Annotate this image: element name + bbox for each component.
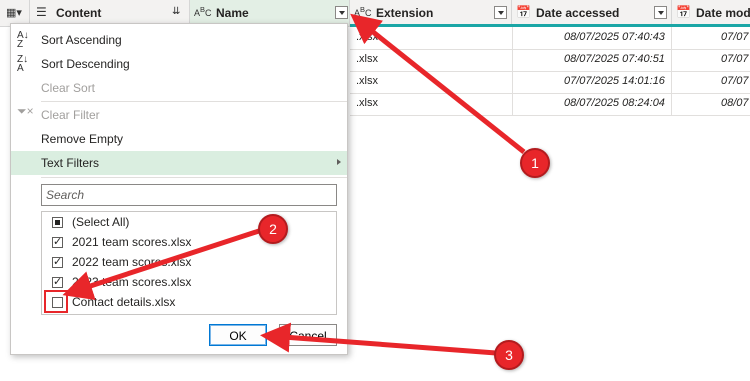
arrow-3 bbox=[260, 322, 497, 356]
annotation-badge-3: 3 bbox=[494, 340, 524, 370]
highlight-box bbox=[44, 290, 68, 313]
annotation-badge-1: 1 bbox=[520, 148, 550, 178]
arrow-2 bbox=[62, 227, 263, 301]
annotation-arrows bbox=[44, 13, 526, 356]
arrow-1 bbox=[350, 13, 526, 154]
annotation-badge-2: 2 bbox=[258, 214, 288, 244]
